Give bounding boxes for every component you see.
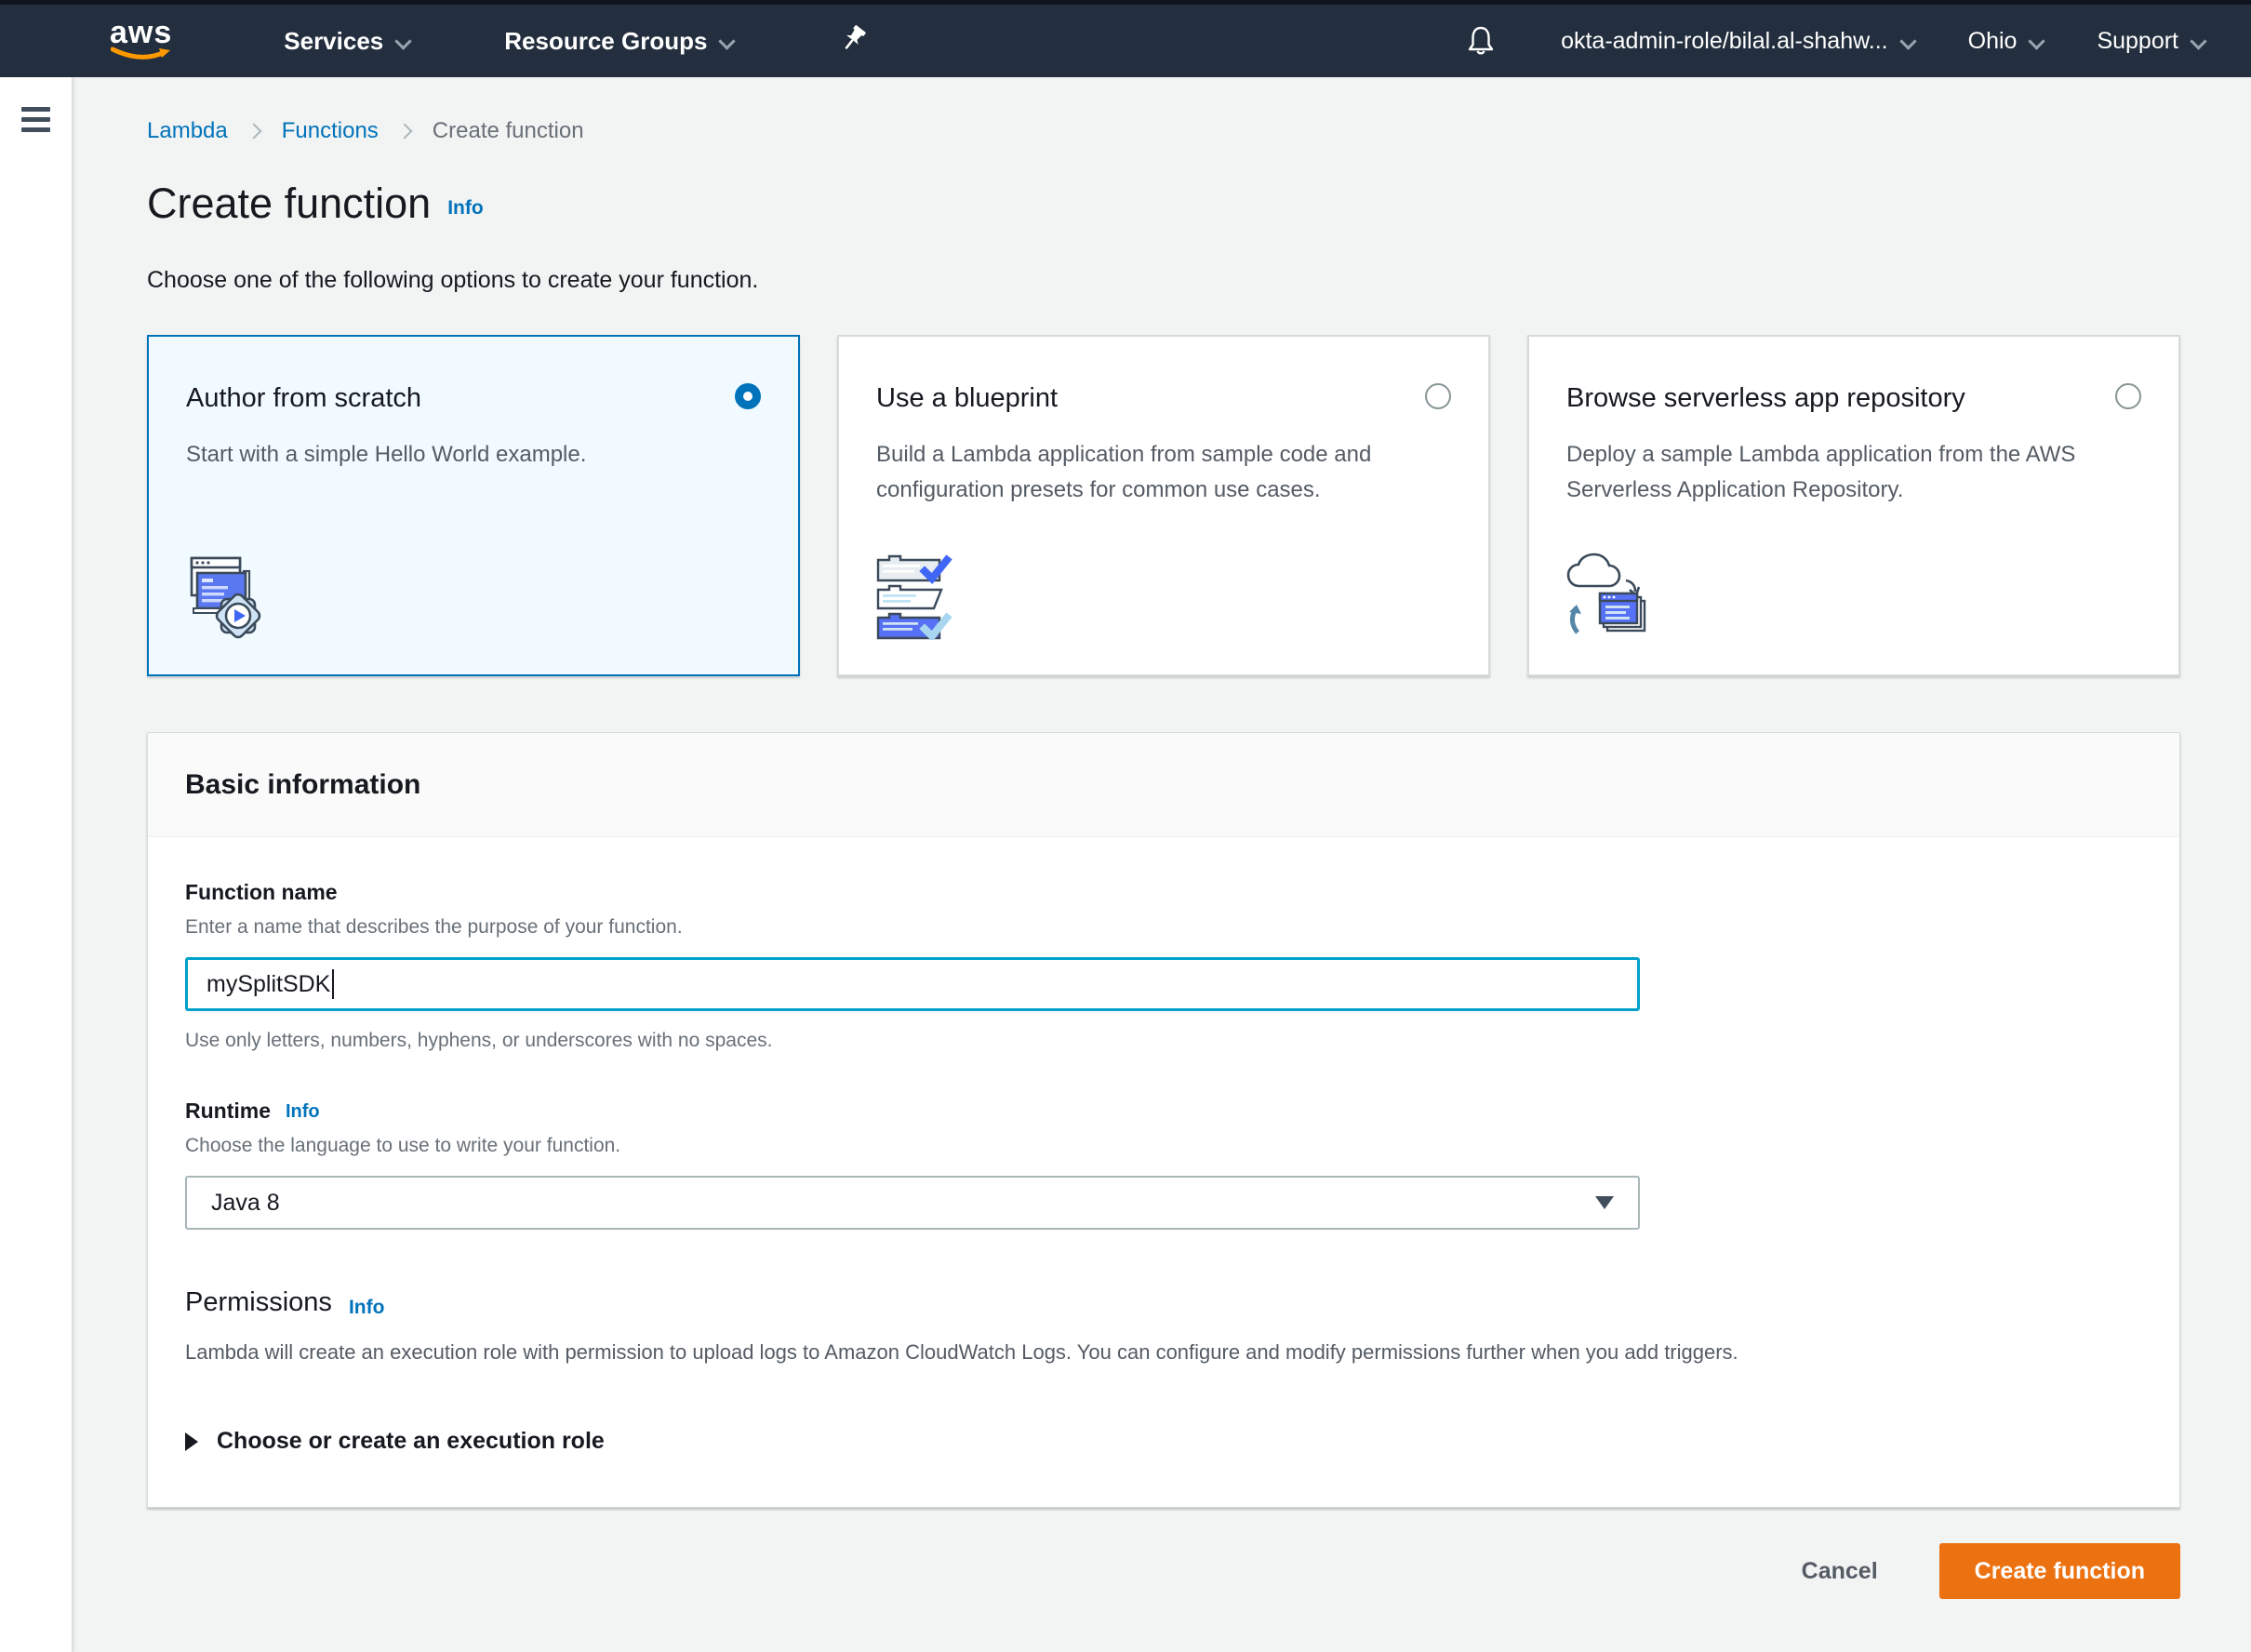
nav-services-label: Services xyxy=(284,27,383,56)
function-name-value: mySplitSDK xyxy=(206,971,330,998)
left-rail xyxy=(0,77,73,1652)
nav-resource-groups-label: Resource Groups xyxy=(504,27,707,56)
nav-account-label: okta-admin-role/bilal.al-shahw... xyxy=(1561,28,1888,55)
permissions-title: Permissions xyxy=(185,1287,332,1318)
main-content: Lambda Functions Create function Create … xyxy=(73,77,2251,1652)
runtime-selected-value: Java 8 xyxy=(211,1190,280,1217)
expander-triangle-icon xyxy=(185,1432,198,1451)
creation-option-cards: Author from scratch Start with a simple … xyxy=(147,335,2180,676)
panel-body: Function name Enter a name that describe… xyxy=(148,837,2179,1507)
card-title: Browse serverless app repository xyxy=(1566,381,1988,415)
panel-header: Basic information xyxy=(148,733,2179,837)
card-description: Deploy a sample Lambda application from … xyxy=(1566,437,2141,508)
runtime-label-row: Runtime Info xyxy=(185,1099,2142,1124)
breadcrumb: Lambda Functions Create function xyxy=(147,118,2180,144)
nav-region-label: Ohio xyxy=(1968,28,2018,55)
breadcrumb-current: Create function xyxy=(433,118,584,144)
breadcrumb-separator-icon xyxy=(248,125,261,138)
nav-region-menu[interactable]: Ohio xyxy=(1968,28,2045,55)
execution-role-expander[interactable]: Choose or create an execution role xyxy=(185,1428,605,1455)
runtime-field-group: Runtime Info Choose the language to use … xyxy=(185,1099,2142,1230)
nav-support-label: Support xyxy=(2097,28,2178,55)
runtime-help: Choose the language to use to write your… xyxy=(185,1135,2142,1157)
radio-unselected-icon[interactable] xyxy=(2115,383,2141,409)
author-from-scratch-icon xyxy=(184,554,273,645)
nav-services-menu[interactable]: Services xyxy=(284,27,411,56)
card-description: Start with a simple Hello World example. xyxy=(186,437,761,473)
use-a-blueprint-icon xyxy=(874,554,967,645)
card-use-a-blueprint[interactable]: Use a blueprint Build a Lambda applicati… xyxy=(837,335,1490,676)
function-name-constraint: Use only letters, numbers, hyphens, or u… xyxy=(185,1030,2142,1052)
page-title-row: Create function Info xyxy=(147,180,2180,228)
panel-title: Basic information xyxy=(185,769,420,801)
radio-selected-icon[interactable] xyxy=(735,383,761,409)
form-footer: Cancel Create function xyxy=(147,1543,2180,1599)
top-navigation-bar: aws Services Resource Groups xyxy=(0,5,2251,77)
chevron-down-icon xyxy=(2030,33,2045,48)
nav-left-group: aws Services Resource Groups xyxy=(110,19,869,63)
function-name-field-group: Function name Enter a name that describe… xyxy=(185,880,2142,1052)
basic-information-panel: Basic information Function name Enter a … xyxy=(147,732,2180,1508)
card-title: Use a blueprint xyxy=(876,381,1080,415)
card-header: Use a blueprint xyxy=(876,381,1451,415)
cancel-button[interactable]: Cancel xyxy=(1802,1558,1878,1585)
permissions-description: Lambda will create an execution role wit… xyxy=(185,1340,2142,1365)
aws-logo-text: aws xyxy=(110,19,172,47)
card-browse-serverless-app-repository[interactable]: Browse serverless app repository Deploy … xyxy=(1527,335,2180,676)
dropdown-arrow-icon xyxy=(1595,1196,1614,1209)
text-cursor xyxy=(332,969,334,999)
page-layout: Lambda Functions Create function Create … xyxy=(0,77,2251,1652)
breadcrumb-lambda-link[interactable]: Lambda xyxy=(147,118,228,144)
execution-role-expander-label: Choose or create an execution role xyxy=(217,1428,605,1455)
breadcrumb-separator-icon xyxy=(399,125,412,138)
nav-right-group: okta-admin-role/bilal.al-shahw... Ohio S… xyxy=(1466,24,2206,58)
card-title: Author from scratch xyxy=(186,381,444,415)
card-author-from-scratch[interactable]: Author from scratch Start with a simple … xyxy=(147,335,800,676)
create-function-button[interactable]: Create function xyxy=(1939,1543,2180,1599)
serverless-repo-icon xyxy=(1565,551,1667,645)
runtime-info-link[interactable]: Info xyxy=(286,1101,320,1123)
permissions-info-link[interactable]: Info xyxy=(349,1297,384,1319)
page-title: Create function xyxy=(147,180,431,228)
card-header: Author from scratch xyxy=(186,381,761,415)
runtime-label: Runtime xyxy=(185,1099,271,1124)
nav-resource-groups-menu[interactable]: Resource Groups xyxy=(504,27,735,56)
aws-logo[interactable]: aws xyxy=(110,19,172,63)
pin-icon[interactable] xyxy=(837,24,869,58)
chevron-down-icon xyxy=(720,33,735,48)
function-name-help: Enter a name that describes the purpose … xyxy=(185,916,2142,939)
runtime-select[interactable]: Java 8 xyxy=(185,1176,1640,1230)
page-subtitle: Choose one of the following options to c… xyxy=(147,267,2180,294)
chevron-down-icon xyxy=(396,33,411,48)
aws-smile-icon xyxy=(111,47,172,63)
nav-account-menu[interactable]: okta-admin-role/bilal.al-shahw... xyxy=(1561,28,1916,55)
card-description: Build a Lambda application from sample c… xyxy=(876,437,1451,508)
breadcrumb-functions-link[interactable]: Functions xyxy=(282,118,379,144)
title-info-link[interactable]: Info xyxy=(447,197,483,220)
radio-unselected-icon[interactable] xyxy=(1425,383,1451,409)
hamburger-menu-icon[interactable] xyxy=(21,107,50,138)
function-name-label: Function name xyxy=(185,880,2142,905)
card-header: Browse serverless app repository xyxy=(1566,381,2141,415)
chevron-down-icon xyxy=(2191,33,2206,48)
nav-support-menu[interactable]: Support xyxy=(2097,28,2206,55)
notifications-bell-icon[interactable] xyxy=(1466,24,1496,58)
function-name-input[interactable]: mySplitSDK xyxy=(185,957,1640,1011)
permissions-section: Permissions Info Lambda will create an e… xyxy=(185,1287,2142,1455)
chevron-down-icon xyxy=(1901,33,1916,48)
permissions-title-row: Permissions Info xyxy=(185,1287,2142,1318)
